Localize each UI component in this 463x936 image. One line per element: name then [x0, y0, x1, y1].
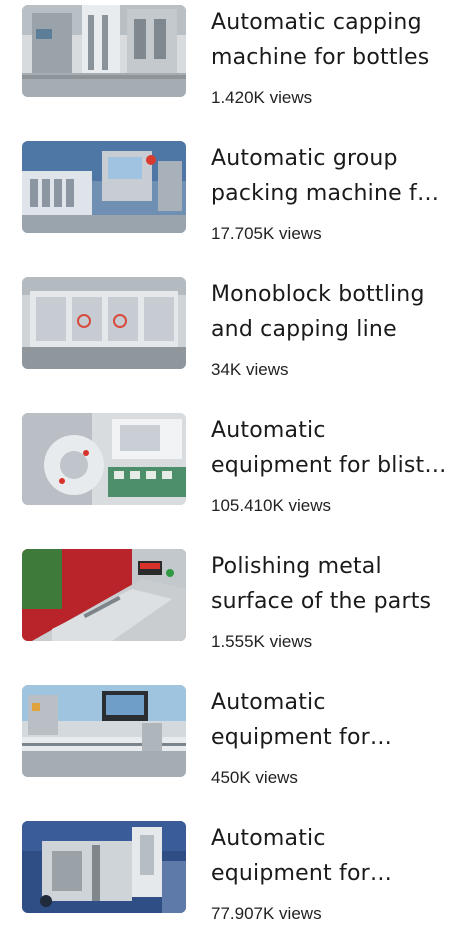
video-title[interactable]: Automatic group packing machine for blis… [211, 141, 451, 211]
video-thumbnail[interactable] [22, 413, 186, 505]
polishing-metal-thumbnail [22, 549, 186, 641]
video-thumbnail[interactable] [22, 277, 186, 369]
video-thumbnail[interactable] [22, 821, 186, 913]
video-title[interactable]: Monoblock bottling and capping line [211, 277, 451, 347]
video-title[interactable]: Automatic equipment for labeling [211, 685, 451, 755]
video-item[interactable]: Polishing metal surface of the parts 1.5… [0, 544, 463, 664]
video-item[interactable]: Monoblock bottling and capping line 34K … [0, 272, 463, 392]
view-count: 34K views [211, 360, 289, 379]
video-item[interactable]: Automatic equipment for blister packing … [0, 408, 463, 528]
video-title[interactable]: Automatic capping machine for bottles [211, 5, 451, 75]
view-count: 105.410K views [211, 496, 332, 515]
video-item[interactable]: Automatic group packing machine for blis… [0, 136, 463, 256]
blister-equipment-thumbnail [22, 413, 186, 505]
video-item[interactable]: Automatic equipment for labeling 450K vi… [0, 680, 463, 800]
view-count: 1.555K views [211, 632, 313, 651]
view-count: 1.420K views [211, 88, 313, 107]
view-count: 77.907K views [211, 904, 322, 923]
view-count: 17.705K views [211, 224, 322, 243]
video-item[interactable]: Automatic capping machine for bottles 1.… [0, 0, 463, 120]
assembly-equipment-thumbnail [22, 821, 186, 913]
video-thumbnail[interactable] [22, 5, 186, 97]
video-title[interactable]: Automatic equipment for blister packing [211, 413, 451, 483]
video-title[interactable]: Automatic equipment for assembly [211, 821, 451, 891]
video-item[interactable]: Automatic equipment for assembly 77.907K… [0, 816, 463, 936]
video-title[interactable]: Polishing metal surface of the parts [211, 549, 451, 619]
video-thumbnail[interactable] [22, 141, 186, 233]
video-thumbnail[interactable] [22, 549, 186, 641]
video-thumbnail[interactable] [22, 685, 186, 777]
capping-machine-thumbnail [22, 5, 186, 97]
view-count: 450K views [211, 768, 298, 787]
monoblock-bottling-thumbnail [22, 277, 186, 369]
group-packing-machine-thumbnail [22, 141, 186, 233]
labeling-equipment-thumbnail [22, 685, 186, 777]
